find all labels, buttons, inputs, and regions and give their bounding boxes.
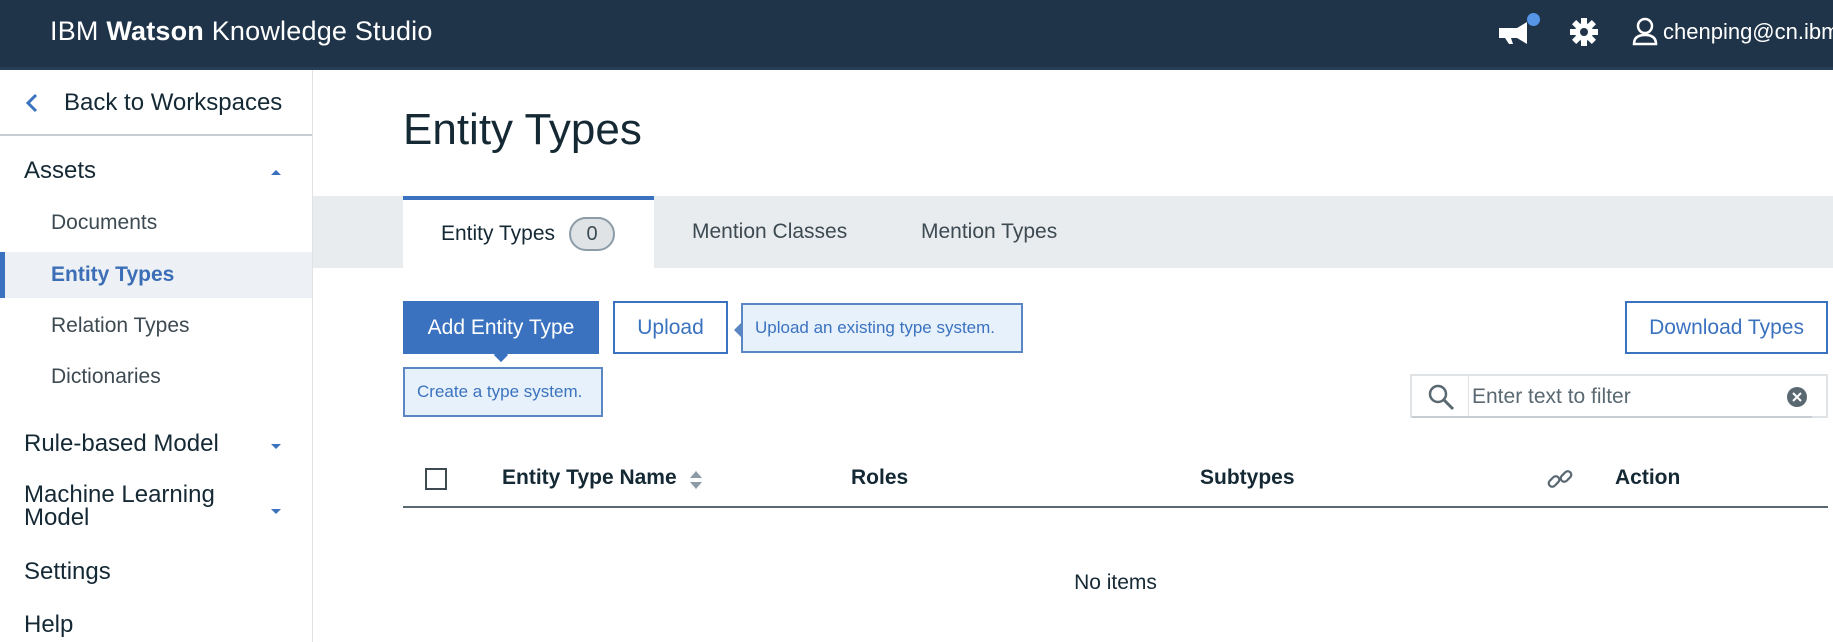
- back-to-workspaces-link[interactable]: Back to Workspaces: [0, 70, 312, 136]
- sidebar-item-relation-types[interactable]: Relation Types: [0, 303, 312, 349]
- search-icon: [1428, 384, 1455, 411]
- user-name[interactable]: chenping@cn.ibm: [1663, 19, 1833, 45]
- empty-state-text: No items: [1074, 571, 1157, 594]
- tab-label: Entity Types: [441, 222, 556, 245]
- back-label: Back to Workspaces: [64, 89, 283, 116]
- filter-input[interactable]: [1472, 380, 1772, 414]
- column-entity-type-name[interactable]: Entity Type Name: [502, 466, 677, 490]
- brand-prefix: IBM: [50, 16, 99, 46]
- tab-mention-classes[interactable]: Mention Classes: [692, 196, 847, 268]
- link-icon: [1547, 470, 1573, 488]
- clear-icon[interactable]: [1786, 386, 1808, 408]
- select-all-checkbox[interactable]: [425, 468, 447, 490]
- sidebar-section-rule-based-model[interactable]: Rule-based Model: [24, 430, 219, 458]
- table-header: Entity Type Name Roles Subtypes Action: [403, 452, 1828, 508]
- sidebar-item-help[interactable]: Help: [24, 611, 73, 639]
- upload-button[interactable]: Upload: [613, 301, 728, 354]
- count-badge: 0: [569, 217, 616, 251]
- ml-model-label-line2: Model: [24, 504, 90, 531]
- sidebar-item-settings[interactable]: Settings: [24, 558, 111, 586]
- sidebar-item-entity-types[interactable]: Entity Types: [0, 252, 312, 298]
- tab-entity-types[interactable]: Entity Types 0: [403, 196, 654, 268]
- page-title: Entity Types: [403, 105, 642, 154]
- column-roles: Roles: [851, 466, 909, 489]
- notification-dot: [1527, 13, 1540, 26]
- tab-mention-types[interactable]: Mention Types: [921, 196, 1057, 268]
- column-action: Action: [1615, 466, 1681, 489]
- filter-separator: [1468, 376, 1469, 416]
- column-subtypes: Subtypes: [1200, 466, 1295, 489]
- sidebar-section-machine-learning-model[interactable]: Machine Learning Model: [24, 481, 215, 531]
- caret-down-icon[interactable]: [270, 508, 282, 516]
- caret-down-icon[interactable]: [270, 443, 282, 451]
- sidebar-item-documents[interactable]: Documents: [0, 200, 312, 246]
- brand-suffix: Knowledge Studio: [211, 16, 433, 46]
- sidebar-section-assets[interactable]: Assets: [24, 157, 96, 185]
- chevron-left-icon: [25, 93, 38, 113]
- filter-underline: [1412, 416, 1812, 418]
- add-tooltip: Create a type system.: [403, 367, 603, 417]
- app-brand[interactable]: IBM Watson Knowledge Studio: [50, 16, 433, 47]
- sidebar-item-dictionaries[interactable]: Dictionaries: [0, 354, 312, 400]
- download-types-button[interactable]: Download Types: [1625, 301, 1828, 354]
- caret-up-icon[interactable]: [270, 168, 282, 176]
- sort-icon[interactable]: [689, 467, 703, 493]
- filter-box: [1410, 374, 1828, 418]
- sidebar: Back to Workspaces Assets Documents Enti…: [0, 70, 313, 642]
- top-header: IBM Watson Knowledge Studio chenping@cn.…: [0, 0, 1833, 70]
- brand-bold: Watson: [106, 16, 205, 46]
- user-icon[interactable]: [1632, 16, 1658, 46]
- ml-model-label-line1: Machine Learning: [24, 481, 215, 508]
- add-entity-type-button[interactable]: Add Entity Type: [403, 301, 599, 354]
- upload-tooltip: Upload an existing type system.: [734, 303, 1023, 353]
- gear-icon[interactable]: [1568, 16, 1600, 48]
